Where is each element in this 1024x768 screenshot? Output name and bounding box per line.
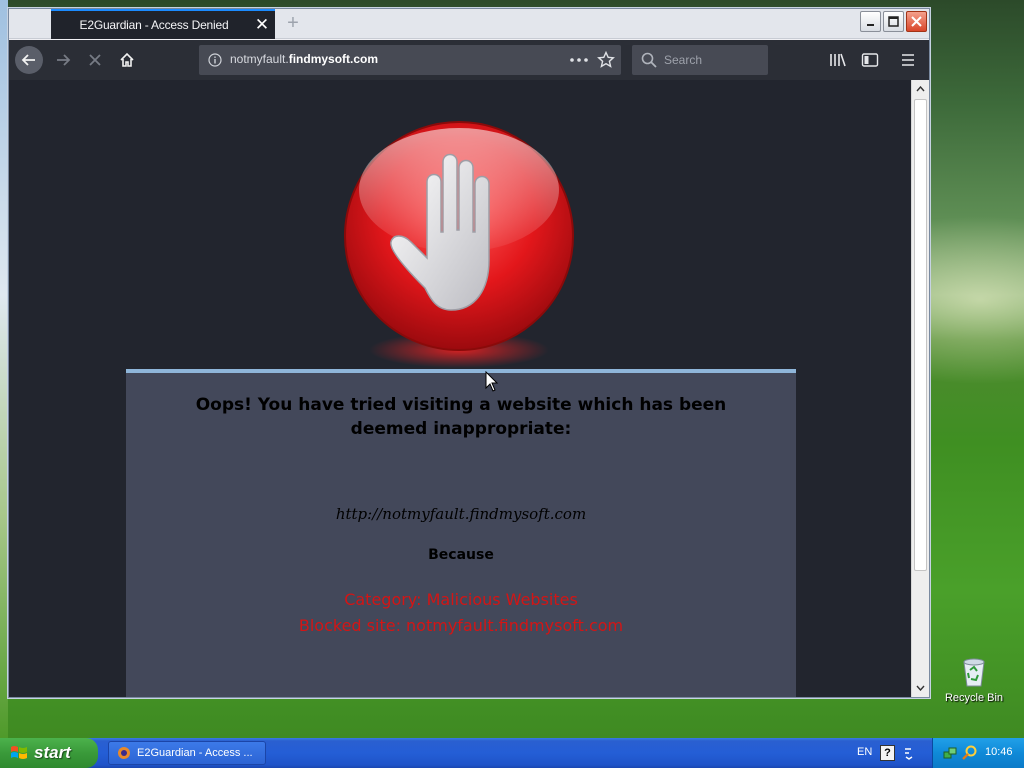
- library-icon: [830, 53, 846, 67]
- taskbar: start E2Guardian - Access ... EN ? 10:46: [0, 738, 1024, 768]
- sidebar-button[interactable]: [856, 46, 884, 74]
- url-domain: findmysoft.com: [288, 52, 379, 66]
- forward-arrow-icon: [57, 54, 71, 66]
- search-tray-icon[interactable]: [962, 745, 977, 760]
- url-text[interactable]: notmyfault.findmysoft.com: [230, 52, 378, 66]
- forward-button[interactable]: [49, 46, 77, 74]
- network-icon[interactable]: [943, 746, 957, 760]
- close-icon: [911, 16, 922, 27]
- blocked-site-reason: Blocked site: notmyfault.findmysoft.com: [298, 616, 624, 635]
- tab-close-icon[interactable]: ✕: [249, 15, 275, 35]
- menu-button[interactable]: [894, 46, 922, 74]
- close-window-button[interactable]: [906, 11, 927, 32]
- scroll-down-button[interactable]: [912, 679, 929, 696]
- windows-flag-icon: [11, 746, 27, 759]
- new-tab-icon[interactable]: +: [281, 12, 305, 36]
- site-info-icon[interactable]: [208, 53, 222, 67]
- library-button[interactable]: [824, 46, 852, 74]
- maximize-icon: [888, 16, 899, 27]
- scroll-up-button[interactable]: [912, 80, 929, 97]
- bookmark-star-icon[interactable]: [597, 51, 615, 69]
- home-icon: [120, 52, 134, 67]
- input-options-icon[interactable]: [904, 746, 914, 760]
- back-button[interactable]: [15, 46, 43, 74]
- page-viewport: Oops! You have tried visiting a website …: [9, 80, 911, 697]
- search-placeholder: Search: [664, 53, 703, 67]
- clock[interactable]: 10:46: [985, 746, 1013, 758]
- menu-icon: [902, 54, 914, 66]
- navigation-toolbar: notmyfault.findmysoft.com Search: [9, 40, 929, 80]
- blocked-url: http://notmyfault.findmysoft.com: [335, 505, 587, 523]
- minimize-icon: [866, 23, 874, 26]
- minimize-button[interactable]: [860, 11, 881, 32]
- start-button[interactable]: start: [0, 738, 98, 768]
- maximize-button[interactable]: [883, 11, 904, 32]
- active-tab[interactable]: E2Guardian - Access Denied ✕: [51, 9, 275, 39]
- because-label: Because: [428, 547, 494, 563]
- chevron-up-icon: [916, 85, 925, 91]
- recycle-bin-label: Recycle Bin: [944, 692, 1004, 704]
- stop-hand-icon: [344, 121, 574, 368]
- search-field[interactable]: Search: [632, 45, 768, 75]
- page-actions-icon[interactable]: [570, 58, 588, 62]
- stop-loading-icon: [89, 54, 101, 66]
- denied-heading: Oops! You have tried visiting a website …: [195, 395, 727, 439]
- browser-window: E2Guardian - Access Denied ✕ + notmyfaul…: [8, 8, 930, 698]
- home-button[interactable]: [113, 46, 141, 74]
- taskbar-item-label: E2Guardian - Access ...: [137, 747, 253, 759]
- browser-app-icon: [118, 747, 130, 759]
- recycle-bin-icon: [963, 658, 985, 687]
- mouse-cursor-icon: [485, 371, 499, 392]
- vertical-scrollbar[interactable]: [911, 80, 929, 697]
- back-arrow-icon: [21, 54, 35, 66]
- access-denied-panel: Oops! You have tried visiting a website …: [126, 369, 796, 697]
- search-icon: [641, 52, 657, 68]
- scrollbar-thumb[interactable]: [914, 99, 927, 571]
- window-controls: [860, 11, 927, 32]
- help-button[interactable]: ?: [880, 745, 895, 761]
- category-reason: Category: Malicious Websites: [344, 590, 578, 609]
- address-bar[interactable]: notmyfault.findmysoft.com: [199, 45, 621, 75]
- chevron-down-icon: [916, 685, 925, 691]
- tab-title: E2Guardian - Access Denied: [79, 18, 229, 32]
- language-indicator[interactable]: EN: [857, 746, 872, 758]
- tab-strip: E2Guardian - Access Denied ✕ +: [9, 9, 929, 39]
- url-subdomain: notmyfault.: [230, 52, 289, 66]
- stop-loading-button[interactable]: [81, 46, 109, 74]
- taskbar-browser-item[interactable]: E2Guardian - Access ...: [108, 741, 266, 765]
- start-label: start: [34, 743, 71, 762]
- recycle-bin[interactable]: Recycle Bin: [940, 656, 1008, 704]
- desktop-background-strip: [0, 0, 8, 738]
- system-tray: 10:46: [932, 738, 1024, 768]
- sidebar-icon: [861, 53, 879, 67]
